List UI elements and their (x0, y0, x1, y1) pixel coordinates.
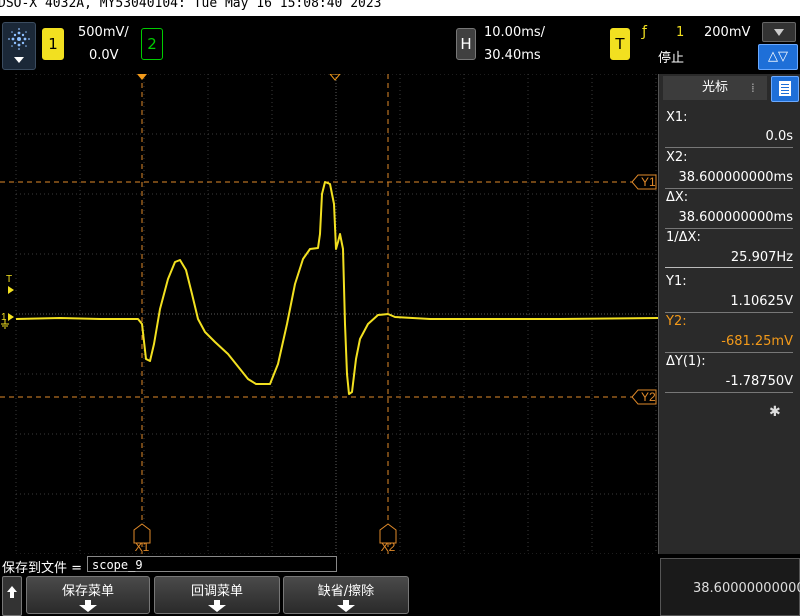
cursor-x1-label: X1 (135, 540, 150, 554)
cursor-y1-label: Y1 (641, 175, 656, 189)
title-bar: DSO-X 4032A, MY53040104: Tue May 16 15:0… (0, 0, 800, 16)
cursor-y1-tag[interactable]: Y1 (631, 174, 657, 190)
divider (665, 352, 793, 353)
entry-readout: 38.600000000000 (693, 581, 800, 596)
cursor-x2-tag[interactable]: X2 (379, 523, 397, 554)
cursor-x1-tag[interactable]: X1 (133, 523, 151, 554)
top-control-bar: 1 500mV/ 0.0V 2 H 10.00ms/ 30.40ms T ƒ 1… (0, 16, 800, 74)
trigger-button[interactable]: T (610, 28, 630, 60)
inverse-delta-x-label: 1/ΔX: (666, 230, 701, 245)
cursor-y1-field-label: Y1: (666, 274, 687, 289)
cursor-y1-value[interactable]: 1.10625V (730, 294, 793, 309)
trigger-position-marker (137, 74, 147, 80)
chevron-down-icon[interactable] (762, 22, 796, 42)
trigger-level-marker: T (6, 274, 12, 285)
divider (665, 188, 793, 189)
trigger-source: 1 (676, 25, 685, 40)
horizontal-button[interactable]: H (456, 28, 476, 60)
default-erase-button[interactable]: 缺省/擦除 (283, 576, 409, 614)
drag-handle-icon[interactable]: ⁞ (751, 76, 765, 100)
recall-menu-button[interactable]: 回调菜单 (154, 576, 280, 614)
down-arrow-icon (337, 600, 355, 612)
divider (665, 147, 793, 148)
divider (665, 267, 793, 268)
cursor-x2-value[interactable]: 38.600000000ms (678, 170, 793, 185)
down-arrow-icon (79, 600, 97, 612)
channel-1-button[interactable]: 1 (42, 28, 64, 60)
gear-icon[interactable]: ✱ (769, 404, 781, 420)
divider (665, 312, 793, 313)
graticule: X1 X2 Y1 Y2 T 1 (0, 74, 658, 554)
trigger-level: 200mV (704, 25, 751, 40)
starburst-logo-icon (8, 28, 30, 50)
horizontal-scale: 10.00ms/ (484, 25, 546, 40)
default-erase-label: 缺省/擦除 (317, 584, 375, 599)
save-menu-button[interactable]: 保存菜单 (26, 576, 150, 614)
title-text: DSO-X 4032A, MY53040104: Tue May 16 15:0… (0, 0, 382, 11)
softkey-bar: 保存到文件 = scope_9 保存菜单 回调菜单 缺省/擦除 38.60000… (0, 554, 800, 616)
document-icon (779, 81, 791, 96)
run-stop-status: 停止 (658, 51, 685, 66)
keysight-logo-button[interactable] (2, 22, 36, 70)
cursor-y2-tag[interactable]: Y2 (631, 389, 657, 405)
ch1-offset: 0.0V (89, 48, 119, 63)
up-arrow-button[interactable] (2, 576, 22, 616)
cursor-y2-label: Y2 (641, 390, 656, 404)
save-menu-label: 保存菜单 (61, 584, 114, 599)
rising-edge-trigger-icon: ƒ (642, 24, 647, 40)
trigger-level-arrow-icon (8, 286, 14, 294)
entry-readout-box: 38.600000000000 (660, 558, 800, 616)
horizontal-position: 30.40ms (484, 48, 541, 63)
divider (665, 392, 793, 393)
delta-x-value: 38.600000000ms (678, 210, 793, 225)
cursor-x2-label: X2 (381, 540, 396, 554)
ground-arrow-icon (8, 313, 14, 321)
cursor-delta-button[interactable]: △▽ (758, 44, 798, 70)
document-icon-button[interactable] (771, 76, 799, 102)
cursor-x2-field-label: X2: (666, 150, 688, 165)
waveform-display[interactable]: X1 X2 Y1 Y2 T 1 (0, 74, 658, 554)
cursor-y2-value[interactable]: -681.25mV (721, 334, 793, 349)
cursor-x1-value[interactable]: 0.0s (766, 129, 793, 144)
divider (665, 228, 793, 229)
cursor-y2-field-label: Y2: (666, 314, 687, 329)
reference-marker (329, 74, 341, 81)
filename-field[interactable]: scope_9 (87, 556, 337, 572)
dropdown-triangle-icon (14, 57, 24, 63)
channel-1-waveform (15, 181, 658, 395)
save-to-file-label: 保存到文件 = (2, 561, 83, 576)
delta-y-label: ΔY(1): (666, 354, 706, 369)
down-arrow-icon (208, 600, 226, 612)
channel-2-button[interactable]: 2 (141, 28, 163, 60)
ch1-scale: 500mV/ (78, 25, 129, 40)
cursor-panel: 光标 ⁞ X1: 0.0s X2: 38.600000000ms ΔX: 38.… (658, 74, 800, 554)
inverse-delta-x-value: 25.907Hz (730, 250, 793, 265)
ground-marker: 1 (1, 312, 7, 323)
cursor-x1-field-label: X1: (666, 110, 688, 125)
delta-y-value: -1.78750V (725, 374, 793, 389)
delta-x-label: ΔX: (666, 190, 689, 205)
recall-menu-label: 回调菜单 (190, 584, 243, 599)
